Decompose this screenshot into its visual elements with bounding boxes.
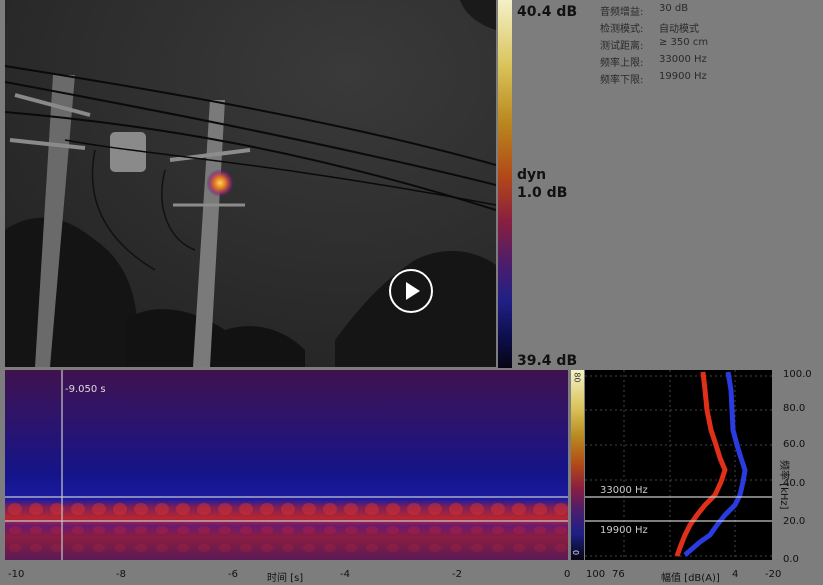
scale-max-label: 40.4 dB [517,4,578,20]
x-tick: -4 [340,569,350,580]
info-label: 测试距离: [600,41,644,52]
profile-x-label: 幅值 [dB(A)] [661,573,720,584]
x-tick: 0 [564,569,571,580]
mini-scale-bottom: 0 [571,549,581,556]
x-tick: -20 [765,569,782,580]
info-freq-lower: 频率下限: 19900 Hz [600,71,707,86]
x-tick: -10 [8,569,25,580]
x-tick: 4 [732,569,739,580]
info-freq-upper: 频率上限: 33000 Hz [600,54,707,69]
scale-min-label: 39.4 dB [517,353,578,369]
y-tick: 20.0 [783,516,806,527]
x-tick: -8 [116,569,126,580]
spectrogram-color-scale [571,370,584,560]
info-value: 19900 Hz [659,71,707,82]
x-tick: -2 [452,569,462,580]
y-tick: 60.0 [783,439,806,450]
info-test-distance: 测试距离: ≥ 350 cm [600,37,708,52]
play-button[interactable] [389,269,433,313]
y-tick: 100.0 [783,369,812,380]
info-value: 自动模式 [659,24,699,35]
info-label: 音频增益: [600,7,644,18]
scale-range-label: 1.0 dB [517,185,568,201]
scale-mode-label: dyn [517,167,547,183]
cursor-time-label: -9.050 s [65,384,106,395]
camera-view [5,0,496,367]
y-tick: 80.0 [783,403,806,414]
profile-y-label: 频率 [kHz] [778,460,789,510]
x-tick: 100 [586,569,606,580]
y-tick: 0.0 [783,554,799,565]
info-value: ≥ 350 cm [659,37,709,48]
info-detect-mode: 检测模式: 自动模式 [600,20,699,35]
info-value: 30 dB [659,3,689,14]
mini-scale-top: 80 [572,372,582,383]
spectrogram[interactable] [5,370,568,560]
color-scale-bar [498,0,512,368]
info-label: 频率上限: [600,58,644,69]
info-label: 频率下限: [600,75,644,86]
lower-frequency-line-label: 19900 Hz [600,525,648,536]
info-audio-gain: 音频增益: 30 dB [600,3,688,18]
x-tick: -6 [228,569,238,580]
spectrogram-x-label: 时间 [s] [267,573,304,584]
info-label: 检测模式: [600,24,644,35]
upper-frequency-line-label: 33000 Hz [600,485,648,496]
x-tick: 76 [612,569,625,580]
info-value: 33000 Hz [659,54,707,65]
